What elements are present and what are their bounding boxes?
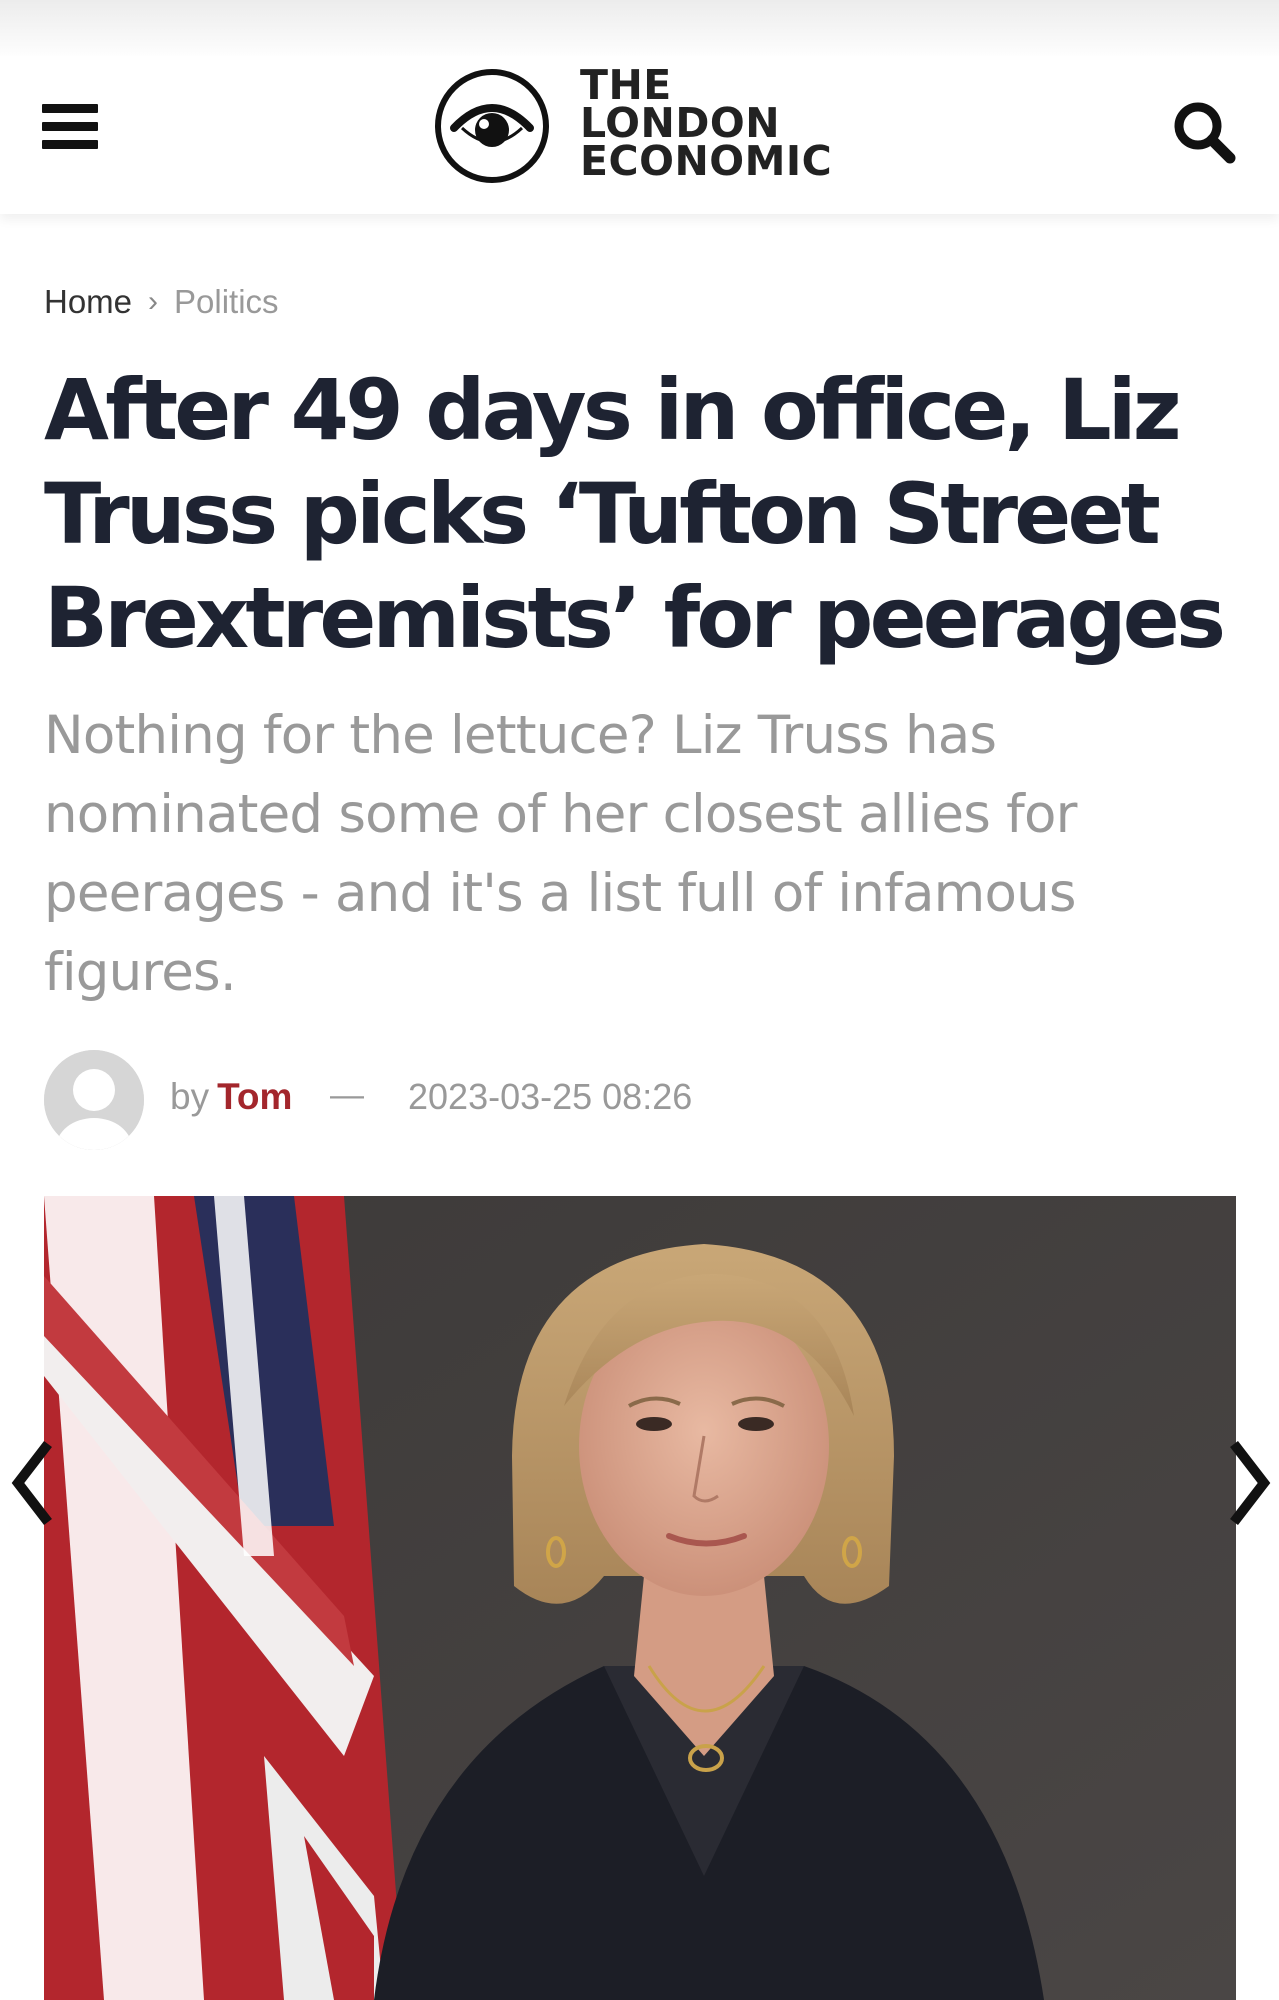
site-logo[interactable]: THE LONDON ECONOMIC [432, 65, 852, 186]
breadcrumb-chevron-icon: › [148, 285, 159, 318]
chevron-right-icon[interactable] [1228, 1440, 1274, 1526]
article-subtitle: Nothing for the lettuce? Liz Truss has n… [44, 705, 1077, 1003]
menu-bar [42, 122, 98, 131]
menu-bar [42, 140, 98, 149]
eye-logo-icon [435, 69, 549, 183]
hamburger-menu-icon[interactable] [42, 104, 98, 150]
author-avatar[interactable] [44, 1050, 144, 1150]
menu-bar [42, 104, 98, 113]
meta-separator: — [330, 1076, 364, 1114]
byline: by Tom [170, 1076, 292, 1118]
union-flag-graphic [44, 1196, 404, 2000]
author-link[interactable]: Tom [217, 1076, 292, 1117]
by-label: by [170, 1076, 210, 1117]
breadcrumb: Home › Politics [44, 283, 279, 321]
next-arrow-glyph [1230, 1440, 1271, 1526]
site-header: THE LONDON ECONOMIC [0, 0, 1279, 214]
article-headline: After 49 days in office, Liz Truss picks… [44, 361, 1226, 667]
prev-arrow-glyph [11, 1440, 52, 1526]
logo-wordmark: THE LONDON ECONOMIC [580, 65, 833, 185]
article-meta: by Tom — 2023-03-25 08:26 [44, 1050, 1224, 1150]
featured-image[interactable] [44, 1196, 1236, 2000]
breadcrumb-home-link[interactable]: Home [44, 283, 132, 321]
chevron-left-icon[interactable] [8, 1440, 54, 1526]
user-silhouette-icon [44, 1050, 144, 1150]
search-icon[interactable] [1172, 100, 1236, 164]
logo-line-3: ECONOMIC [580, 137, 833, 185]
publish-date: 2023-03-25 08:26 [408, 1076, 693, 1117]
magnifier-glyph [1174, 102, 1236, 164]
portrait-photo [44, 1196, 1236, 2000]
breadcrumb-category-link[interactable]: Politics [174, 283, 279, 321]
